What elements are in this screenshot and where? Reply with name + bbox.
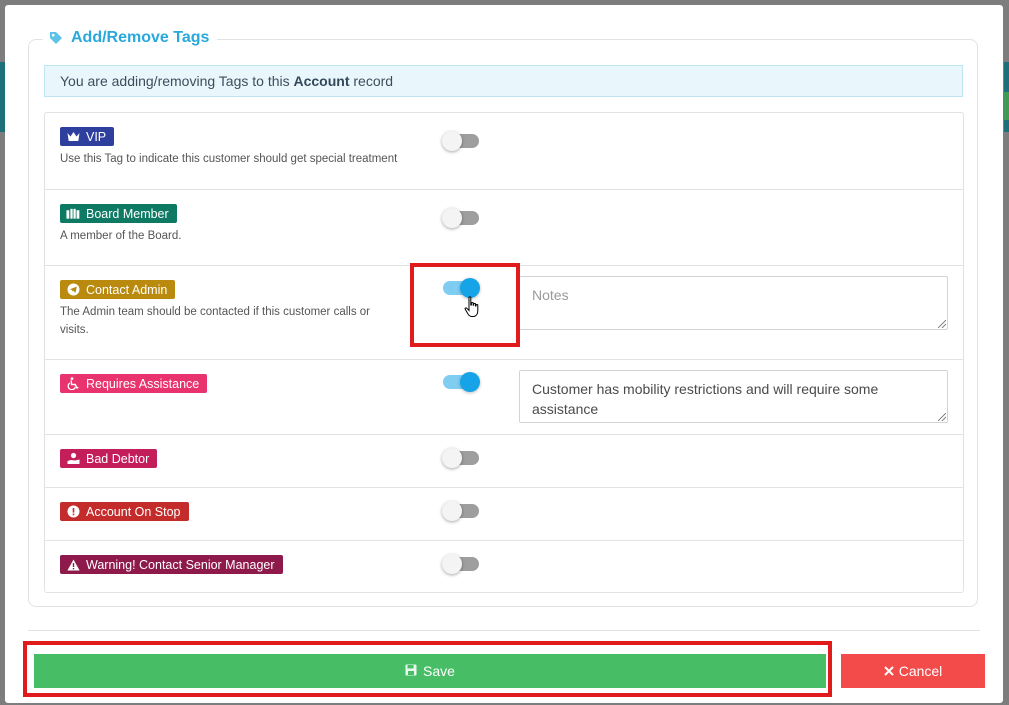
- tag-label: Requires Assistance: [86, 376, 200, 391]
- tag-badge-bad-debtor: Bad Debtor: [60, 449, 158, 468]
- toggle-account-on-stop[interactable]: [442, 501, 479, 521]
- hand-pointer-icon: [464, 296, 480, 323]
- toggle-knob: [460, 372, 480, 392]
- tag-label: Board Member: [86, 206, 169, 221]
- notes-textarea-contact-admin[interactable]: [519, 276, 948, 330]
- tag-label: Bad Debtor: [86, 451, 150, 466]
- resize-grip[interactable]: [938, 413, 946, 421]
- crown-icon: [66, 130, 80, 144]
- toggle-knob: [442, 208, 462, 228]
- dialog-title: Add/Remove Tags: [71, 29, 210, 46]
- cancel-button[interactable]: Cancel: [841, 654, 985, 688]
- toggle-knob: [442, 501, 462, 521]
- notes-textarea-requires-assistance[interactable]: Customer has mobility restrictions and w…: [519, 370, 948, 423]
- tag-row-requires-assistance: Requires Assistance Customer has mobilit…: [45, 359, 963, 434]
- wheelchair-icon: [66, 377, 80, 391]
- toggle-bad-debtor[interactable]: [442, 448, 479, 468]
- info-prefix: You are adding/removing Tags to this: [60, 73, 294, 89]
- cancel-label: Cancel: [898, 663, 943, 679]
- tag-list: VIP Use this Tag to indicate this custom…: [44, 112, 964, 593]
- tag-row-account-on-stop: Account On Stop: [45, 487, 963, 540]
- tag-badge-account-on-stop: Account On Stop: [60, 502, 189, 521]
- highlight-box-save: [23, 641, 832, 697]
- tag-label: Contact Admin: [86, 282, 168, 297]
- tag-description: The Admin team should be contacted if th…: [60, 306, 371, 336]
- info-suffix: record: [349, 73, 394, 89]
- toggle-warning-contact-senior-manager[interactable]: [442, 554, 479, 574]
- tag-badge-warning-contact-senior-manager: Warning! Contact Senior Manager: [60, 555, 283, 574]
- toggle-knob: [442, 448, 462, 468]
- tag-row-board-member: Board Member A member of the Board.: [45, 189, 963, 265]
- toggle-knob: [442, 554, 462, 574]
- tag-icon: [49, 31, 63, 45]
- telegram-icon: [66, 283, 80, 297]
- dialog-title-group: Add/Remove Tags: [43, 29, 218, 47]
- background-page-edge: [1002, 92, 1009, 120]
- tag-badge-vip: VIP: [60, 127, 115, 146]
- tag-description: Use this Tag to indicate this customer s…: [60, 153, 398, 165]
- tag-badge-contact-admin: Contact Admin: [60, 280, 176, 299]
- toggle-requires-assistance[interactable]: [443, 372, 480, 392]
- tag-row-bad-debtor: Bad Debtor: [45, 434, 963, 487]
- toggle-vip[interactable]: [442, 131, 479, 151]
- tag-label: Account On Stop: [86, 504, 181, 519]
- resize-grip[interactable]: [938, 320, 946, 328]
- toggle-knob: [442, 131, 462, 151]
- close-icon: [883, 663, 894, 679]
- toggle-board-member[interactable]: [442, 208, 479, 228]
- tag-badge-board-member: Board Member: [60, 204, 177, 223]
- tag-row-vip: VIP Use this Tag to indicate this custom…: [45, 113, 963, 189]
- tag-label: Warning! Contact Senior Manager: [86, 557, 275, 572]
- tags-modal: Add/Remove Tags You are adding/removing …: [5, 5, 1003, 703]
- people-icon: [66, 207, 80, 221]
- warning-triangle-icon: [66, 558, 80, 572]
- tag-row-warning-contact-senior-manager: Warning! Contact Senior Manager: [45, 540, 963, 592]
- tag-badge-requires-assistance: Requires Assistance: [60, 374, 208, 393]
- hand-coin-icon: [66, 452, 80, 466]
- info-banner: You are adding/removing Tags to this Acc…: [44, 65, 963, 97]
- tag-label: VIP: [86, 129, 107, 144]
- alert-circle-icon: [66, 505, 80, 519]
- footer-divider: [28, 630, 980, 631]
- info-entity: Account: [293, 73, 350, 89]
- tag-description: A member of the Board.: [60, 230, 182, 242]
